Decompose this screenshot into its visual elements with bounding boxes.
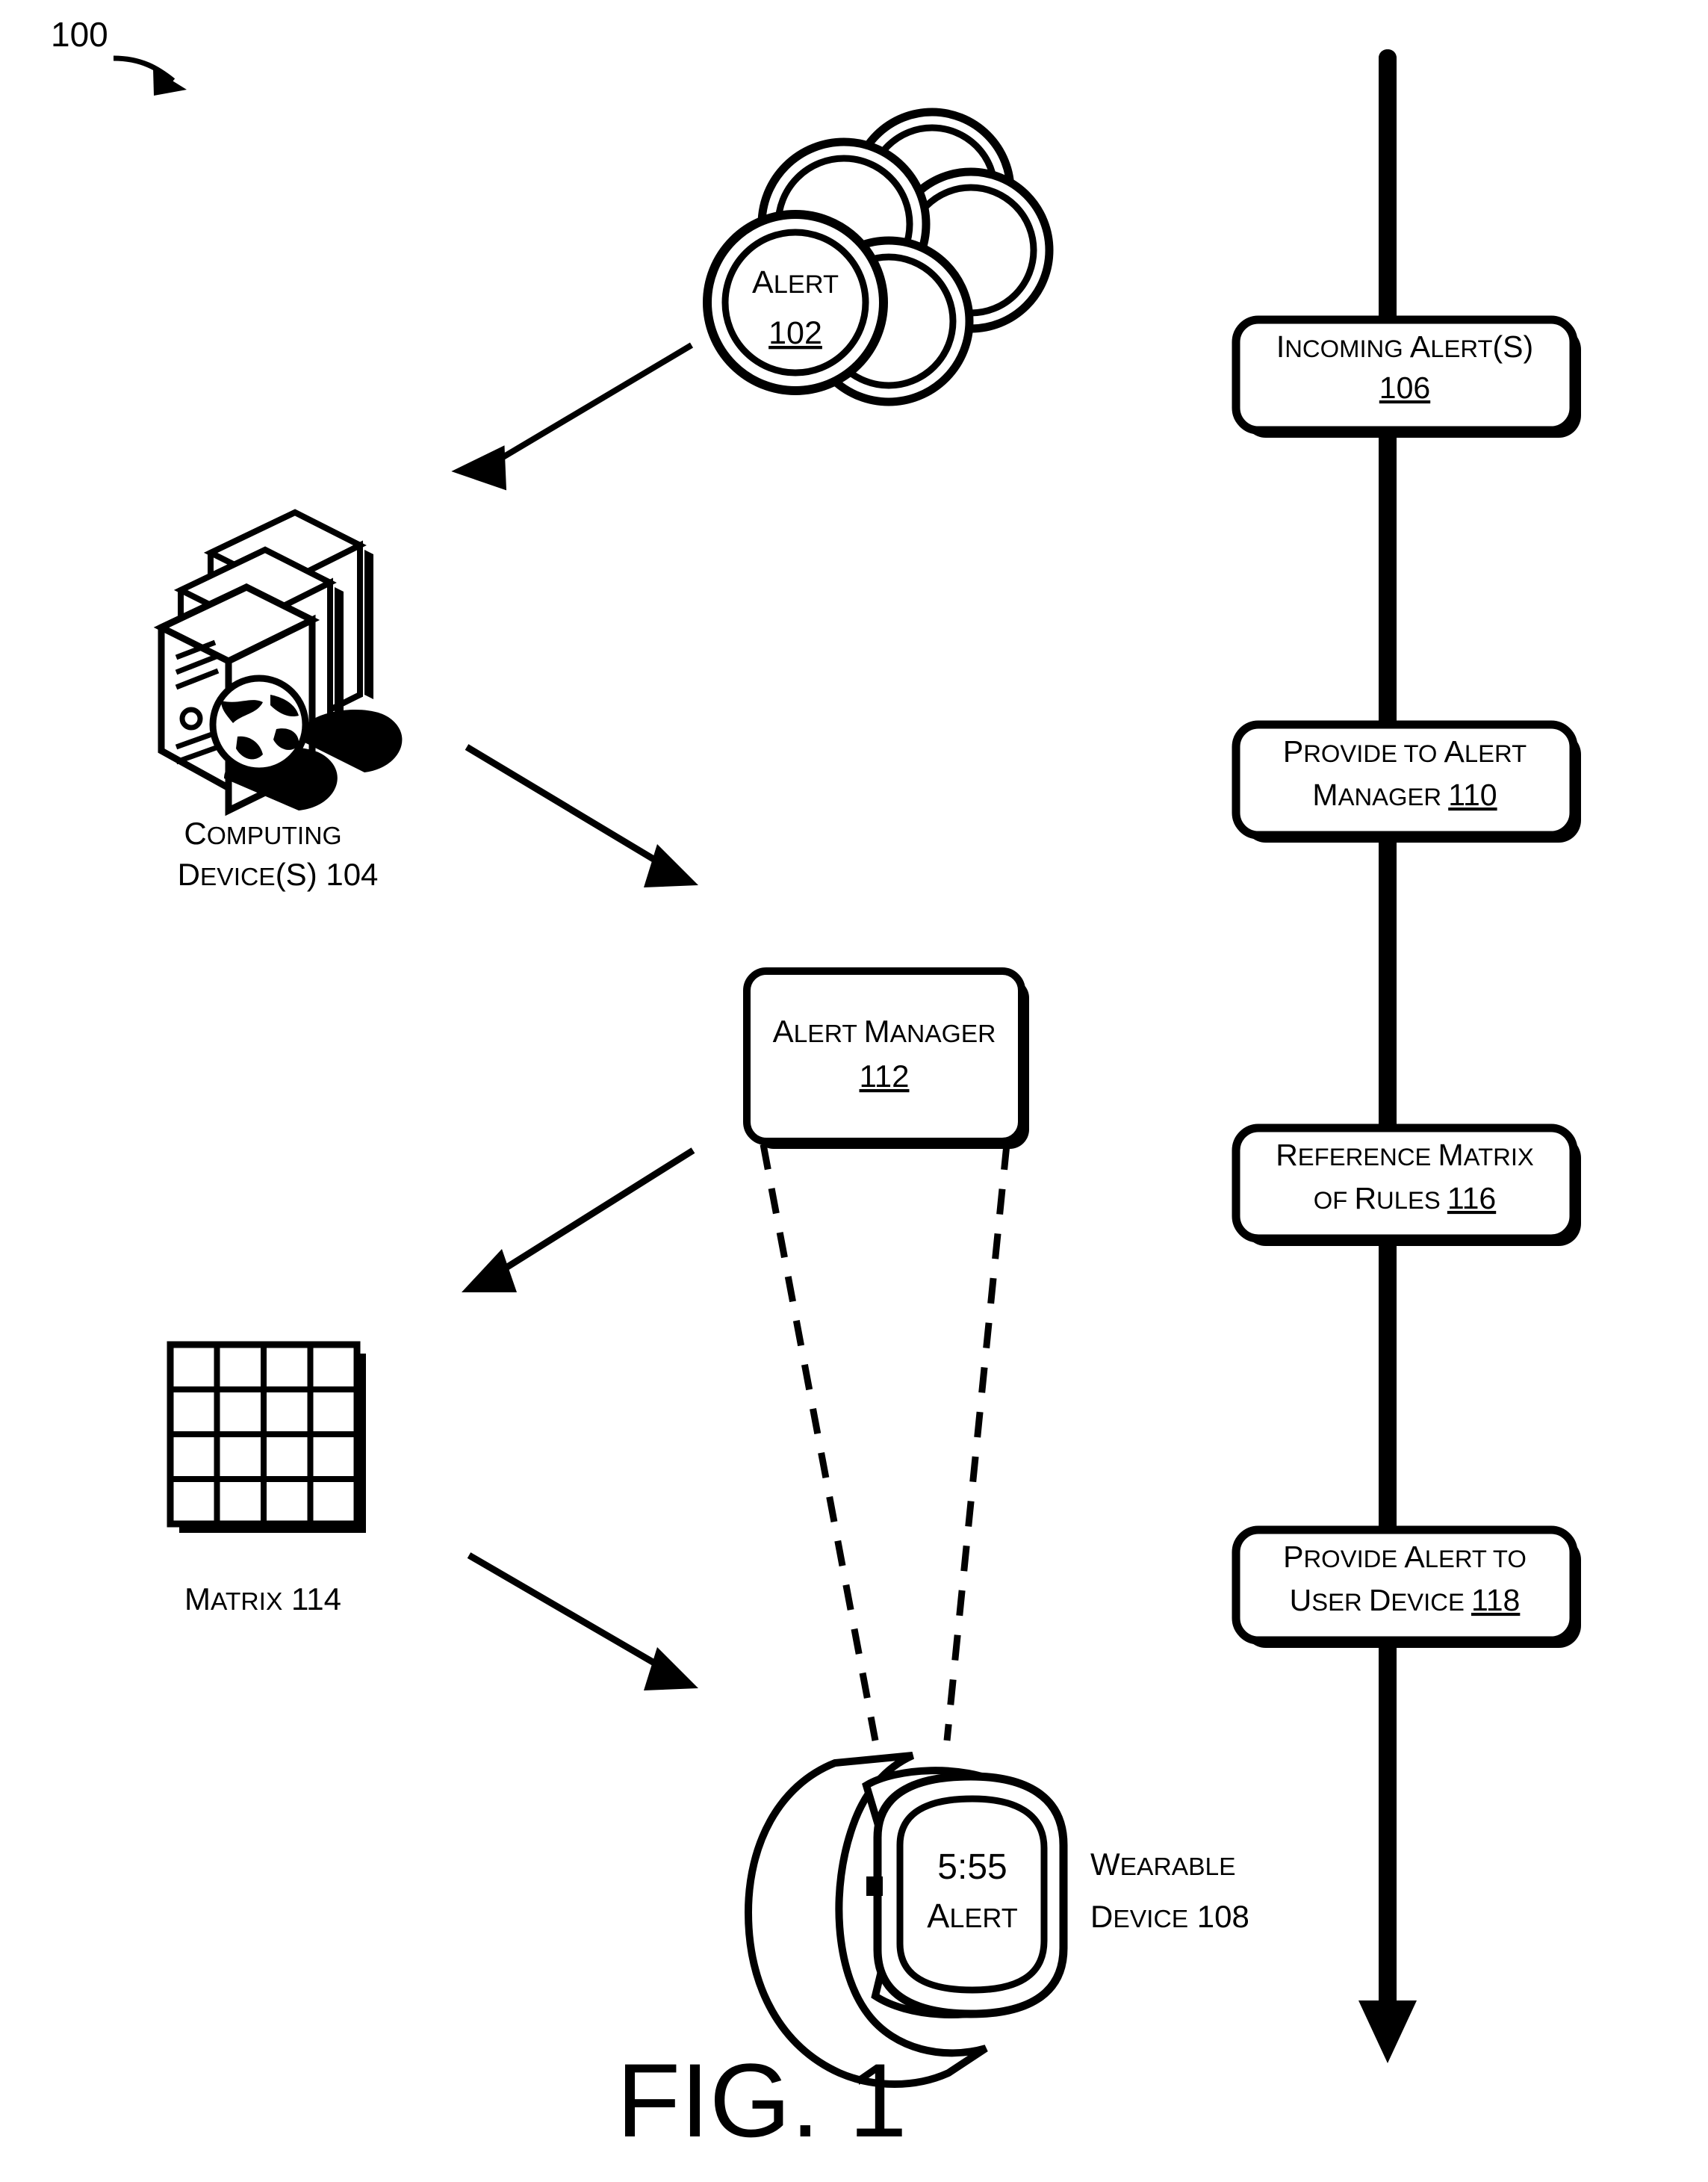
- globe-icon: [209, 675, 309, 775]
- watch-crown-button[interactable]: [866, 1876, 883, 1896]
- watch-screen: [896, 1795, 1048, 1994]
- system-number-label: 100: [51, 15, 108, 54]
- flow-step-106-ref: 106: [1379, 371, 1430, 405]
- flow-step-110-line1: PROVIDE TO ALERT: [1283, 734, 1527, 769]
- alert-manager-box[interactable]: ALERT MANAGER 112: [743, 967, 1029, 1149]
- patent-figure-page: 100 ALERT 102 COMPUTING DEVICE(S) 104 AL…: [0, 0, 1708, 2182]
- figure-canvas: 100 ALERT 102 COMPUTING DEVICE(S) 104 AL…: [0, 0, 1708, 2182]
- flow-step-106-line1: INCOMING ALERT(S): [1276, 329, 1533, 364]
- flow-step-box-106[interactable]: INCOMING ALERT(S) 106: [1232, 315, 1581, 438]
- flow-step-box-118[interactable]: PROVIDE ALERT TO USER DEVICE 118: [1232, 1525, 1581, 1648]
- flow-step-box-110[interactable]: PROVIDE TO ALERT MANAGER 110: [1232, 720, 1581, 843]
- flow-step-110-line2: MANAGER 110: [1312, 778, 1497, 812]
- alert-stack-ref: 102: [768, 315, 822, 351]
- figure-caption: FIG. 1: [617, 2042, 907, 2159]
- flow-step-box-116[interactable]: REFERENCE MATRIX OF RULES 116: [1232, 1123, 1581, 1246]
- flow-step-116-line1: REFERENCE MATRIX: [1276, 1138, 1534, 1172]
- flow-step-118-line2: USER DEVICE 118: [1290, 1583, 1521, 1617]
- alert-stack-title: ALERT: [752, 264, 839, 300]
- watch-time-label: 5:55: [937, 1847, 1007, 1887]
- flow-step-118-line1: PROVIDE ALERT TO: [1283, 1540, 1527, 1574]
- flow-step-116-line2: OF RULES 116: [1314, 1181, 1496, 1215]
- alert-manager-ref: 112: [860, 1059, 910, 1094]
- watch-alert-label: ALERT: [927, 1897, 1017, 1935]
- alert-circle-front[interactable]: ALERT 102: [703, 210, 888, 395]
